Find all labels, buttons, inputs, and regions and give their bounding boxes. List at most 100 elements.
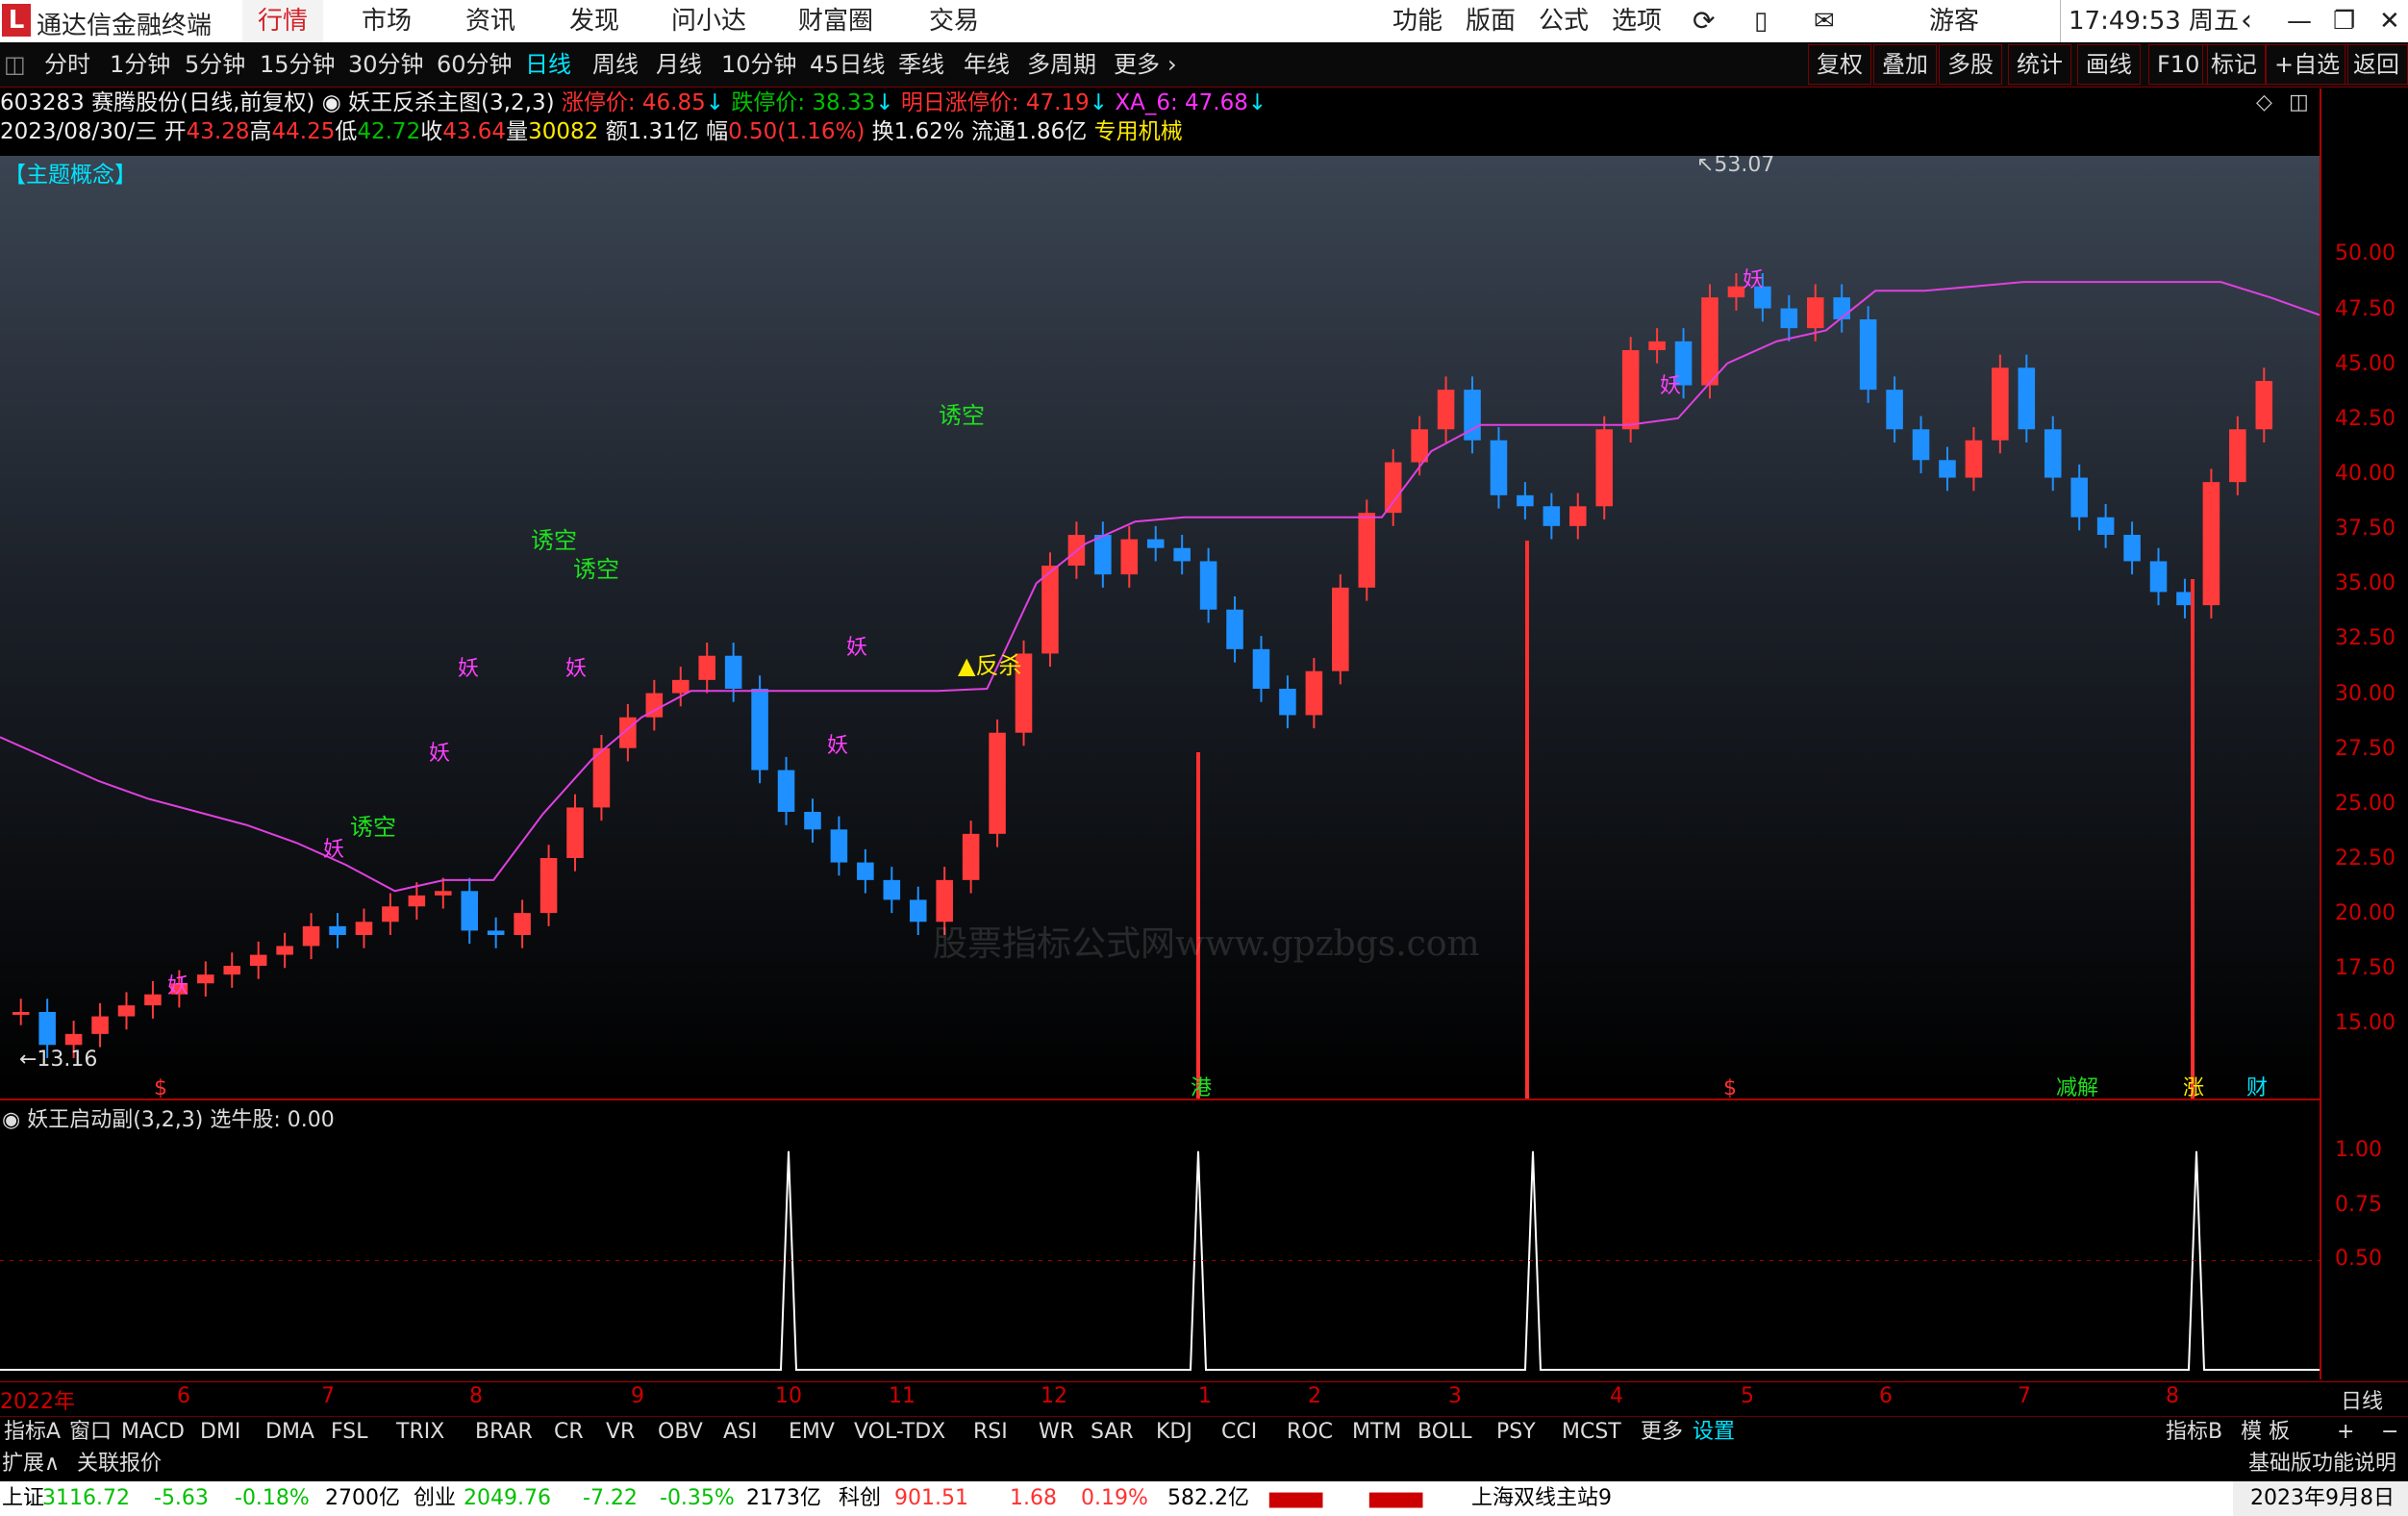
formula-icon[interactable]: ◉ [322,90,341,115]
period-multi[interactable]: 多周期 [1027,42,1096,87]
btn-fanhui[interactable]: 返回 [2345,44,2408,85]
period-day[interactable]: 日线 [525,42,571,87]
indicator-tab[interactable]: MTM [1352,1417,1401,1448]
indicator-tab[interactable]: 窗口 [69,1417,112,1448]
btn-fuquan[interactable]: 复权 [1808,44,1871,85]
btn-f10[interactable]: F10 [2148,44,2209,85]
nav-caifuquan[interactable]: 财富圈 [783,0,889,42]
cy-name[interactable]: 创业 [414,1481,456,1516]
period-season[interactable]: 季线 [898,42,944,87]
title-bar: L 通达信金融终端 行情 市场 资讯 发现 问小达 财富圈 交易 功能 版面 公… [0,0,2408,42]
indicator-tab[interactable]: DMA [265,1417,314,1448]
sub-indicator-name[interactable]: 妖王启动副(3,2,3) [27,1108,203,1132]
diamond-icon[interactable]: ◇ [2256,90,2272,114]
indicator-tab[interactable]: KDJ [1156,1417,1192,1448]
indicator-tab[interactable]: EMV [789,1417,835,1448]
menu-gongshi[interactable]: 公式 [1539,0,1589,42]
collapse-icon[interactable]: ◫ [4,42,26,87]
server-name[interactable]: 上海双线主站9 [1471,1481,1612,1516]
related-quote-button[interactable]: 关联报价 [77,1447,162,1481]
period-1min[interactable]: 1分钟 [110,42,170,87]
tab-indicator-b[interactable]: 指标B [2166,1417,2222,1448]
sub-dropdown-icon[interactable]: ◉ [2,1108,20,1132]
indicator-tab[interactable]: FSL [331,1417,368,1448]
btn-diejia[interactable]: 叠加 [1873,44,1937,85]
btn-duogu[interactable]: 多股 [1939,44,2002,85]
nav-wenxiaoda[interactable]: 问小达 [656,0,762,42]
menu-gongneng[interactable]: 功能 [1392,0,1442,42]
indicator-tab[interactable]: WR [1039,1417,1074,1448]
indicator-tab[interactable]: TRIX [396,1417,444,1448]
tab-add[interactable]: + [2337,1417,2354,1448]
indicator-tab[interactable]: ROC [1287,1417,1333,1448]
nav-zixun[interactable]: 资讯 [450,0,531,42]
indicator-tab[interactable]: BRAR [475,1417,533,1448]
period-month[interactable]: 月线 [656,42,702,87]
market-bars-icon[interactable]: ▆▆▆▆ [1269,1481,1322,1516]
btn-zixuan[interactable]: +自选 [2266,44,2349,85]
period-10min[interactable]: 10分钟 [721,42,797,87]
btn-biaoji[interactable]: 标记 [2202,44,2266,85]
indicator-tab[interactable]: OBV [658,1417,703,1448]
restore-icon[interactable]: ❐ [2333,0,2355,42]
indicator-tab[interactable]: BOLL [1417,1417,1472,1448]
tab-remove[interactable]: − [2381,1417,2398,1448]
menu-banmian[interactable]: 版面 [1466,0,1516,42]
indicator-tab[interactable]: 指标A [4,1417,61,1448]
indicator-tab[interactable]: MACD [121,1417,185,1448]
market-bars-icon-2[interactable]: ▆▆▆▆ [1369,1481,1422,1516]
candle-body [249,954,267,966]
kc-name[interactable]: 科创 [839,1481,881,1516]
nav-jiaoyi[interactable]: 交易 [914,0,994,42]
panel-toggle-icon[interactable]: ◫ [2289,90,2309,114]
nav-hangqing[interactable]: 行情 [242,0,324,42]
period-more[interactable]: 更多 [1114,42,1160,87]
indicator-tab[interactable]: MCST [1562,1417,1621,1448]
nav-shichang[interactable]: 市场 [346,0,427,42]
indicator-tab[interactable]: DMI [200,1417,240,1448]
theme-concept-link[interactable]: 【主题概念】 [4,156,137,189]
candle-body [1543,506,1561,526]
btn-tongji[interactable]: 统计 [2008,44,2071,85]
menu-xuanxiang[interactable]: 选项 [1612,0,1662,42]
period-week[interactable]: 周线 [592,42,639,87]
period-30min[interactable]: 30分钟 [348,42,424,87]
back-arrow-icon[interactable]: ‹ [2241,0,2252,42]
chevron-right-icon[interactable]: › [1167,42,1177,87]
period-15min[interactable]: 15分钟 [260,42,336,87]
industry[interactable]: 专用机械 [1094,119,1183,144]
candle-body [1384,462,1402,514]
event-jiejin-mark: 减解 [2056,1076,2098,1099]
minimize-icon[interactable]: — [2287,0,2312,42]
period-45day[interactable]: 45日线 [810,42,886,87]
sub-indicator-chart[interactable]: ◉ 妖王启动副(3,2,3) 选牛股: 0.00 [0,1099,2320,1381]
expand-button[interactable]: 扩展∧ [2,1447,60,1481]
formula-name[interactable]: 妖王反杀主图(3,2,3) [348,90,554,115]
indicator-tab[interactable]: RSI [973,1417,1008,1448]
period-fenshi[interactable]: 分时 [44,42,90,87]
indicator-tab[interactable]: VR [606,1417,635,1448]
main-kline-chart[interactable]: ↖53.07 ←13.16 诱空 诱空 诱空 诱空妖妖妖妖妖妖妖妖妖 ▲反杀 $ 港 $ 减解涨财 … [0,153,2320,1118]
indicator-tab[interactable]: CR [554,1417,584,1448]
indicator-tab[interactable]: PSY [1496,1417,1536,1448]
basic-version-note[interactable]: 基础版功能说明 [2248,1447,2396,1481]
close-icon[interactable]: ✕ [2379,0,2400,42]
indicator-tab[interactable]: 设置 [1693,1417,1735,1448]
indicator-tab[interactable]: VOL-TDX [854,1417,945,1448]
period-5min[interactable]: 5分钟 [185,42,245,87]
period-60min[interactable]: 60分钟 [437,42,513,87]
phone-icon[interactable]: ▯ [1754,0,1768,42]
sh-name[interactable]: 上证 [2,1481,44,1516]
indicator-tab[interactable]: CCI [1221,1417,1257,1448]
period-year[interactable]: 年线 [964,42,1010,87]
nav-faxian[interactable]: 发现 [554,0,635,42]
indicator-tab[interactable]: SAR [1091,1417,1134,1448]
mail-icon[interactable]: ✉ [1814,0,1835,42]
indicator-tab[interactable]: 更多 [1641,1417,1683,1448]
user-label[interactable]: 游客 [1929,0,1979,42]
stock-title[interactable]: 603283 赛腾股份(日线,前复权) [0,90,314,115]
tab-template[interactable]: 模 板 [2241,1417,2290,1448]
refresh-icon[interactable]: ⟳ [1693,0,1715,42]
btn-huaxian[interactable]: 画线 [2077,44,2141,85]
indicator-tab[interactable]: ASI [723,1417,758,1448]
